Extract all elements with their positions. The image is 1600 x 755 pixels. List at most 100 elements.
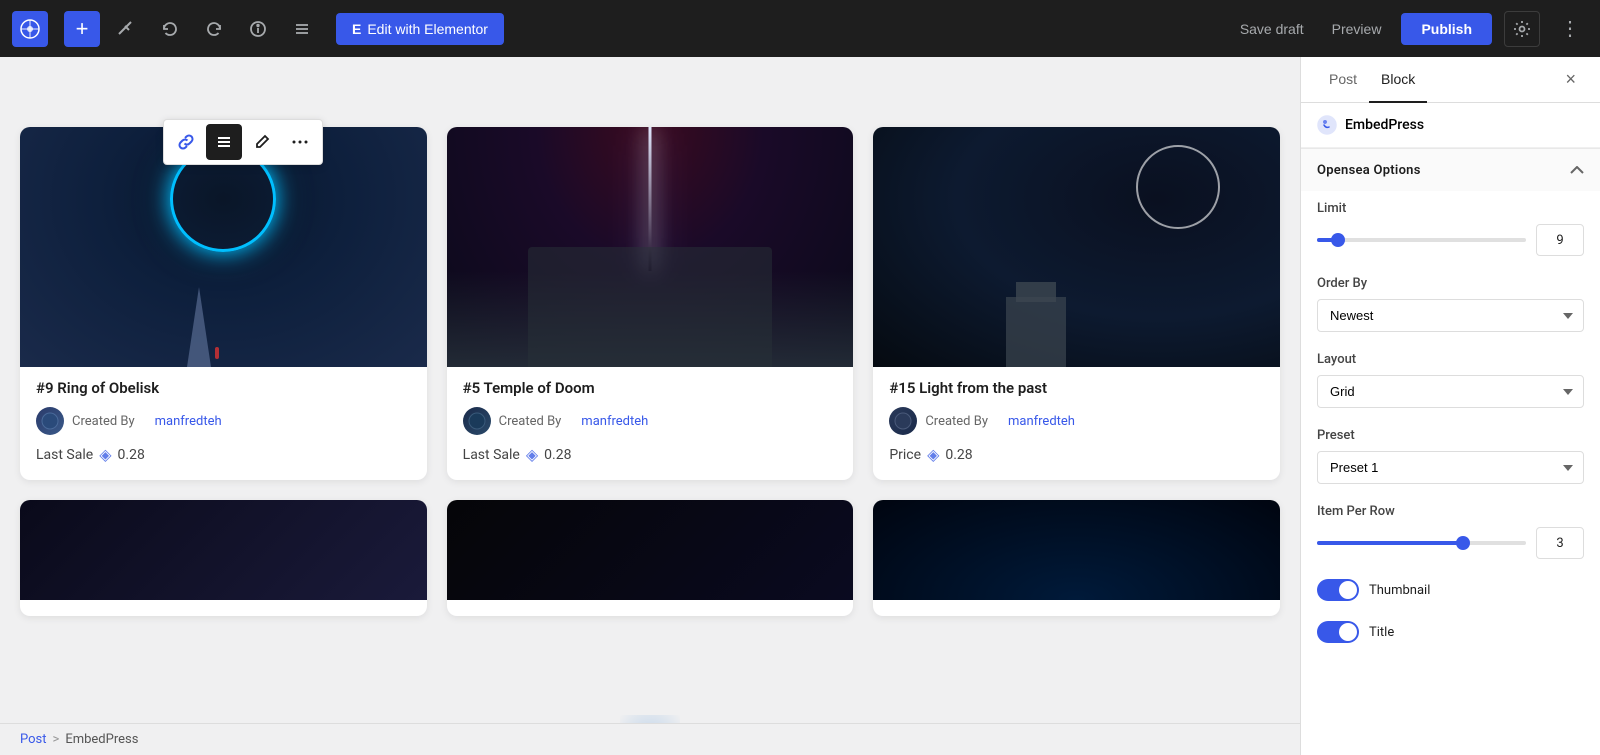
- thumbnail-toggle[interactable]: [1317, 579, 1359, 601]
- thumbnail-toggle-row: Thumbnail: [1301, 569, 1600, 611]
- publish-button[interactable]: Publish: [1401, 13, 1492, 45]
- block-more-button[interactable]: [282, 124, 318, 160]
- item-per-row-slider-thumb[interactable]: [1456, 536, 1470, 550]
- obelisk-shape: [187, 287, 211, 367]
- breadcrumb-separator: >: [53, 732, 60, 747]
- nft-card-1-body: #9 Ring of Obelisk Created By manfredteh…: [20, 367, 427, 464]
- nft-card-1-creator: Created By manfredteh: [36, 407, 411, 435]
- elementor-icon: E: [352, 21, 361, 37]
- preset-label: Preset: [1317, 428, 1584, 443]
- nft-card-2-avatar: [463, 407, 491, 435]
- item-per-row-option: Item Per Row 3: [1301, 494, 1600, 569]
- opensea-options-section-header: Opensea Options: [1301, 148, 1600, 191]
- eth-icon-2: ◈: [526, 445, 538, 464]
- panel-tabs: Post Block ×: [1301, 57, 1600, 103]
- add-block-button[interactable]: +: [64, 11, 100, 47]
- more-options-button[interactable]: ⋮: [1552, 8, 1588, 49]
- layout-select[interactable]: Grid List Masonry: [1317, 375, 1584, 408]
- preview-button[interactable]: Preview: [1324, 13, 1390, 45]
- item-per-row-slider-container: 3: [1317, 527, 1584, 559]
- nft-card-3-creator-link[interactable]: manfredteh: [1008, 414, 1075, 429]
- right-panel: Post Block × EmbedPress Opensea Options: [1300, 57, 1600, 755]
- list-view-button[interactable]: [284, 11, 320, 47]
- plugin-name-label: EmbedPress: [1345, 117, 1424, 133]
- nft-card-1-title: #9 Ring of Obelisk: [36, 379, 411, 397]
- nft-card-3-creator: Created By manfredteh: [889, 407, 1264, 435]
- nft-card-3-avatar: [889, 407, 917, 435]
- nft-card-2-title: #5 Temple of Doom: [463, 379, 838, 397]
- settings-button[interactable]: [1504, 11, 1540, 47]
- editor-canvas[interactable]: #9 Ring of Obelisk Created By manfredteh…: [0, 57, 1300, 755]
- order-by-select[interactable]: Newest Oldest Price: Low to High Price: …: [1317, 299, 1584, 332]
- thumbnail-toggle-label: Thumbnail: [1369, 583, 1430, 598]
- limit-slider-track[interactable]: [1317, 238, 1526, 242]
- item-per-row-label: Item Per Row: [1317, 504, 1584, 519]
- opensea-section-title: Opensea Options: [1317, 163, 1421, 178]
- main-area: #9 Ring of Obelisk Created By manfredteh…: [0, 57, 1600, 755]
- nft-card-6-partial-image: [873, 500, 1280, 600]
- item-per-row-slider-track[interactable]: [1317, 541, 1526, 545]
- nft-card-2: #5 Temple of Doom Created By manfredteh …: [447, 127, 854, 480]
- info-button[interactable]: [240, 11, 276, 47]
- nft-card-5-partial: [447, 500, 854, 616]
- nft-card-4-partial: [20, 500, 427, 616]
- nft-card-2-image: [447, 127, 854, 367]
- breadcrumb-post-link[interactable]: Post: [20, 732, 47, 747]
- item-per-row-slider-fill: [1317, 541, 1463, 545]
- title-toggle-label: Title: [1369, 625, 1394, 640]
- preset-option: Preset Preset 1 Preset 2 Preset 3: [1301, 418, 1600, 494]
- nft-card-3-body: #15 Light from the past Created By manfr…: [873, 367, 1280, 464]
- nft-card-1-avatar: [36, 407, 64, 435]
- eth-icon-3: ◈: [927, 445, 939, 464]
- limit-slider-thumb[interactable]: [1331, 233, 1345, 247]
- opensea-section-toggle[interactable]: [1570, 161, 1584, 179]
- tools-button[interactable]: [108, 11, 144, 47]
- title-toggle[interactable]: [1317, 621, 1359, 643]
- block-edit-button[interactable]: [244, 124, 280, 160]
- nft-card-3: #15 Light from the past Created By manfr…: [873, 127, 1280, 480]
- eth-icon-1: ◈: [99, 445, 111, 464]
- title-toggle-knob: [1339, 623, 1357, 641]
- nft-card-2-created-by: Created By: [499, 414, 562, 429]
- wp-logo: [12, 11, 48, 47]
- block-align-button[interactable]: [206, 124, 242, 160]
- nft-card-2-price: Last Sale ◈ 0.28: [463, 445, 838, 464]
- limit-label: Limit: [1317, 201, 1584, 216]
- panel-plugin-header: EmbedPress: [1301, 103, 1600, 148]
- toolbar-right: Save draft Preview Publish ⋮: [1232, 8, 1588, 49]
- undo-button[interactable]: [152, 11, 188, 47]
- nft-card-5-partial-image: [447, 500, 854, 600]
- nft-card-3-image: [873, 127, 1280, 367]
- block-tab[interactable]: Block: [1369, 57, 1427, 103]
- save-draft-button[interactable]: Save draft: [1232, 13, 1312, 45]
- nft-card-1-price: Last Sale ◈ 0.28: [36, 445, 411, 464]
- nft-card-4-partial-image: [20, 500, 427, 600]
- embedpress-logo-icon: [1317, 115, 1337, 135]
- preset-select[interactable]: Preset 1 Preset 2 Preset 3: [1317, 451, 1584, 484]
- nft-card-3-title: #15 Light from the past: [889, 379, 1264, 397]
- block-floating-toolbar: [163, 119, 323, 165]
- nft-card-1-created-by: Created By: [72, 414, 135, 429]
- limit-slider-container: 9: [1317, 224, 1584, 256]
- thumbnail-toggle-knob: [1339, 581, 1357, 599]
- breadcrumb: Post > EmbedPress: [0, 723, 1300, 755]
- block-link-button[interactable]: [168, 124, 204, 160]
- nft-grid: #9 Ring of Obelisk Created By manfredteh…: [20, 127, 1280, 616]
- order-by-option: Order By Newest Oldest Price: Low to Hig…: [1301, 266, 1600, 342]
- redo-button[interactable]: [196, 11, 232, 47]
- nft-card-1-creator-link[interactable]: manfredteh: [155, 414, 222, 429]
- nft-card-2-creator-link[interactable]: manfredteh: [581, 414, 648, 429]
- nft-card-2-creator: Created By manfredteh: [463, 407, 838, 435]
- nft-card-3-created-by: Created By: [925, 414, 988, 429]
- nft-card-3-price: Price ◈ 0.28: [889, 445, 1264, 464]
- limit-value-box[interactable]: 9: [1536, 224, 1584, 256]
- post-tab[interactable]: Post: [1317, 57, 1369, 103]
- nft-card-1: #9 Ring of Obelisk Created By manfredteh…: [20, 127, 427, 480]
- building-shape: [1006, 297, 1066, 367]
- limit-option: Limit 9: [1301, 191, 1600, 266]
- item-per-row-value-box[interactable]: 3: [1536, 527, 1584, 559]
- panel-close-button[interactable]: ×: [1557, 57, 1584, 102]
- main-toolbar: + E Edit with Elementor Save draft Previ…: [0, 0, 1600, 57]
- edit-with-elementor-button[interactable]: E Edit with Elementor: [336, 13, 504, 45]
- title-toggle-row: Title: [1301, 611, 1600, 653]
